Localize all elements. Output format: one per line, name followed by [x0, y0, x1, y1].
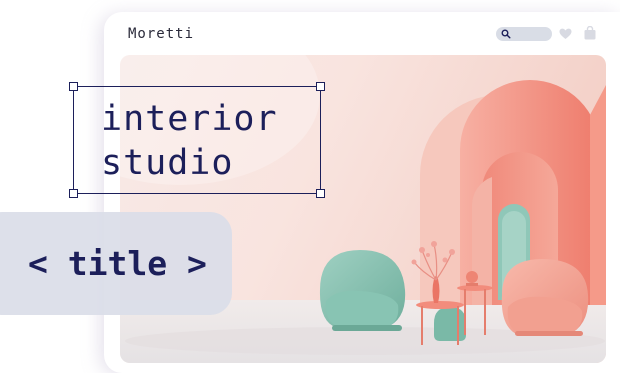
resize-handle-bottom-left[interactable]	[69, 189, 78, 198]
title-tag-label: < title >	[28, 244, 207, 283]
armchair-mint	[319, 250, 406, 331]
hero-headline[interactable]: interior studio	[101, 97, 278, 185]
resize-handle-top-left[interactable]	[69, 82, 78, 91]
title-tag-badge: < title >	[0, 212, 232, 315]
resize-handle-top-right[interactable]	[316, 82, 325, 91]
brand-logo[interactable]: Moretti	[128, 26, 194, 42]
headline-line-2: studio	[101, 143, 234, 183]
armchair-pink	[501, 259, 589, 336]
headline-line-1: interior	[101, 99, 278, 139]
search-input[interactable]	[496, 27, 552, 41]
search-icon	[501, 29, 511, 39]
shopping-bag-icon[interactable]	[584, 26, 596, 40]
resize-handle-bottom-right[interactable]	[316, 189, 325, 198]
heart-icon[interactable]	[559, 28, 572, 40]
